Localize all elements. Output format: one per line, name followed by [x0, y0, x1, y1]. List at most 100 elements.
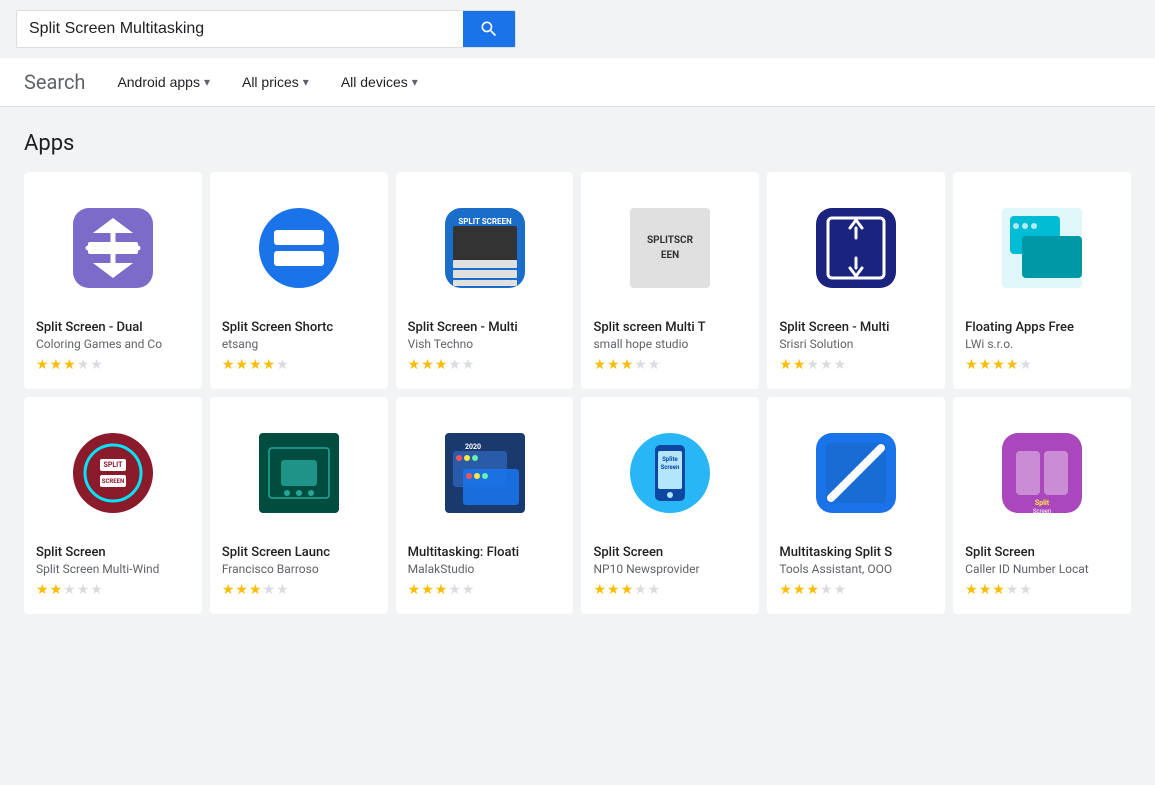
- app-card[interactable]: 2020 Multitasking: Floati MalakStudio ★★…: [396, 397, 574, 614]
- star-filled: ★: [779, 582, 792, 598]
- app-developer: LWi s.r.o.: [965, 337, 1119, 351]
- section-title: Apps: [24, 131, 1131, 156]
- app-rating: ★★★★★: [36, 357, 103, 373]
- svg-text:SPLITSCR: SPLITSCR: [647, 235, 694, 246]
- app-card[interactable]: Split Screen Shortc etsang ★★★★★: [210, 172, 388, 389]
- app-card[interactable]: Split Screen - Dual Coloring Games and C…: [24, 172, 202, 389]
- star-empty: ★: [63, 582, 76, 598]
- app-rating: ★★★★★: [779, 357, 846, 373]
- app-card[interactable]: Splite Screen Split Screen NP10 Newsprov…: [581, 397, 759, 614]
- app-developer: Caller ID Number Locat: [965, 562, 1119, 576]
- app-rating: ★★★★★: [593, 582, 660, 598]
- app-card[interactable]: Split Screen Launc Francisco Barroso ★★★…: [210, 397, 388, 614]
- app-rating: ★★★★★: [965, 357, 1032, 373]
- star-empty: ★: [77, 357, 90, 373]
- app-name: Split Screen - Multi: [779, 320, 933, 335]
- star-empty: ★: [90, 582, 103, 598]
- star-empty: ★: [834, 582, 847, 598]
- app-icon: Split Screen: [982, 413, 1102, 533]
- app-card[interactable]: SPLIT SCREEN Split Screen Split Screen M…: [24, 397, 202, 614]
- filter-price[interactable]: All prices ▾: [234, 70, 317, 94]
- star-filled: ★: [965, 357, 978, 373]
- star-filled: ★: [593, 582, 606, 598]
- app-developer: Coloring Games and Co: [36, 337, 190, 351]
- app-rating: ★★★★★: [36, 582, 103, 598]
- svg-text:Screen: Screen: [1033, 508, 1051, 513]
- search-box[interactable]: [16, 10, 516, 48]
- star-filled: ★: [435, 357, 448, 373]
- star-empty: ★: [634, 357, 647, 373]
- search-button[interactable]: [463, 11, 515, 47]
- star-filled: ★: [435, 582, 448, 598]
- filter-category-label: Android apps: [117, 74, 200, 90]
- app-icon: SPLITSCR EEN: [610, 188, 730, 308]
- search-icon: [479, 19, 499, 39]
- svg-text:Split: Split: [1035, 499, 1050, 507]
- app-card[interactable]: Floating Apps Free LWi s.r.o. ★★★★★: [953, 172, 1131, 389]
- star-filled: ★: [222, 582, 235, 598]
- star-empty: ★: [820, 357, 833, 373]
- star-filled: ★: [421, 582, 434, 598]
- star-empty: ★: [834, 357, 847, 373]
- app-rating: ★★★★★: [593, 357, 660, 373]
- star-empty: ★: [448, 357, 461, 373]
- star-filled: ★: [50, 582, 63, 598]
- star-filled: ★: [593, 357, 606, 373]
- app-icon: [53, 188, 173, 308]
- app-developer: etsang: [222, 337, 376, 351]
- star-filled: ★: [235, 582, 248, 598]
- star-filled: ★: [36, 582, 49, 598]
- app-rating: ★★★★★: [965, 582, 1032, 598]
- star-empty: ★: [276, 582, 289, 598]
- star-empty: ★: [820, 582, 833, 598]
- svg-text:Splite: Splite: [663, 456, 679, 463]
- app-name: Split Screen - Dual: [36, 320, 190, 335]
- app-icon: [239, 413, 359, 533]
- app-card[interactable]: SPLIT SCREEN Split Screen - Multi Vish T…: [396, 172, 574, 389]
- app-icon: 2020: [425, 413, 545, 533]
- app-icon: Splite Screen: [610, 413, 730, 533]
- filter-category[interactable]: Android apps ▾: [109, 70, 218, 94]
- svg-text:SPLIT SCREEN: SPLIT SCREEN: [458, 217, 512, 226]
- app-name: Split Screen: [965, 545, 1119, 560]
- star-filled: ★: [50, 357, 63, 373]
- filter-device[interactable]: All devices ▾: [333, 70, 426, 94]
- star-filled: ★: [421, 357, 434, 373]
- app-name: Split Screen Launc: [222, 545, 376, 560]
- app-name: Split Screen: [36, 545, 190, 560]
- star-filled: ★: [263, 357, 276, 373]
- star-filled: ★: [1006, 357, 1019, 373]
- app-developer: small hope studio: [593, 337, 747, 351]
- star-filled: ★: [992, 582, 1005, 598]
- search-label: Search: [24, 70, 85, 94]
- search-input[interactable]: [17, 12, 463, 46]
- star-filled: ★: [408, 357, 421, 373]
- app-rating: ★★★★★: [222, 357, 289, 373]
- star-empty: ★: [90, 357, 103, 373]
- app-icon: SPLIT SCREEN: [425, 188, 545, 308]
- app-name: Split Screen Shortc: [222, 320, 376, 335]
- app-developer: MalakStudio: [408, 562, 562, 576]
- app-card[interactable]: Split Screen - Multi Srisri Solution ★★★…: [767, 172, 945, 389]
- star-filled: ★: [621, 582, 634, 598]
- app-card[interactable]: Multitasking Split S Tools Assistant, OO…: [767, 397, 945, 614]
- star-filled: ★: [779, 357, 792, 373]
- star-empty: ★: [462, 357, 475, 373]
- star-filled: ★: [992, 357, 1005, 373]
- app-card[interactable]: SPLITSCR EEN Split screen Multi T small …: [581, 172, 759, 389]
- chevron-down-icon: ▾: [303, 75, 309, 89]
- star-filled: ★: [621, 357, 634, 373]
- star-empty: ★: [806, 357, 819, 373]
- star-empty: ★: [648, 582, 661, 598]
- chevron-down-icon: ▾: [204, 75, 210, 89]
- star-empty: ★: [634, 582, 647, 598]
- app-developer: Vish Techno: [408, 337, 562, 351]
- star-filled: ★: [36, 357, 49, 373]
- app-rating: ★★★★★: [222, 582, 289, 598]
- star-filled: ★: [63, 357, 76, 373]
- filter-device-label: All devices: [341, 74, 408, 90]
- app-card[interactable]: Split Screen Split Screen Caller ID Numb…: [953, 397, 1131, 614]
- app-name: Split screen Multi T: [593, 320, 747, 335]
- app-developer: Srisri Solution: [779, 337, 933, 351]
- star-empty: ★: [1019, 357, 1032, 373]
